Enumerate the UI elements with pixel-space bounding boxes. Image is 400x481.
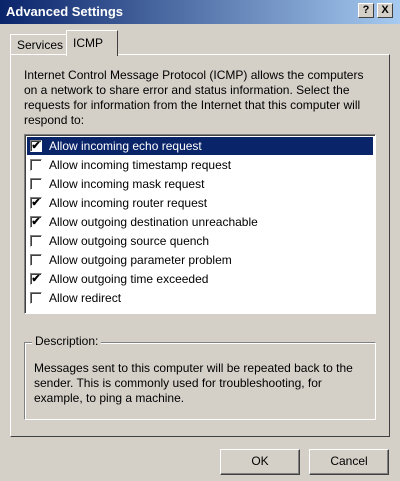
list-item[interactable]: Allow incoming timestamp request [27, 156, 373, 174]
checkbox[interactable]: ✔ [30, 197, 42, 209]
close-button[interactable]: X [377, 3, 393, 18]
checkbox[interactable]: ✔ [30, 216, 42, 228]
checkbox[interactable] [30, 235, 42, 247]
list-item[interactable]: ✔ Allow incoming echo request [27, 137, 373, 155]
checkbox[interactable] [30, 292, 42, 304]
list-item-label: Allow incoming timestamp request [49, 158, 232, 172]
list-item-label: Allow outgoing time exceeded [49, 272, 209, 286]
list-item[interactable]: Allow outgoing parameter problem [27, 251, 373, 269]
help-button[interactable]: ? [358, 3, 374, 18]
window-title: Advanced Settings [6, 4, 124, 19]
tab-icmp[interactable]: ICMP [66, 30, 118, 56]
list-item-label: Allow incoming router request [49, 196, 208, 210]
list-item-label: Allow outgoing source quench [49, 234, 210, 248]
checkbox[interactable] [30, 178, 42, 190]
checkbox[interactable]: ✔ [30, 273, 42, 285]
intro-text: Internet Control Message Protocol (ICMP)… [24, 68, 364, 127]
list-item[interactable]: ✔ Allow outgoing destination unreachable [27, 213, 373, 231]
list-item-label: Allow incoming mask request [49, 177, 205, 191]
description-legend: Description: [32, 334, 102, 348]
tab-services[interactable]: Services [10, 34, 68, 54]
checkbox[interactable] [30, 159, 42, 171]
list-item[interactable]: ✔ Allow incoming router request [27, 194, 373, 212]
checkbox[interactable]: ✔ [30, 140, 42, 152]
list-item-label: Allow redirect [49, 291, 122, 305]
list-item[interactable]: Allow outgoing source quench [27, 232, 373, 250]
list-item-label: Allow outgoing destination unreachable [49, 215, 258, 229]
icmp-options-list[interactable]: ✔ Allow incoming echo request Allow inco… [24, 134, 376, 314]
list-item[interactable]: ✔ Allow outgoing time exceeded [27, 270, 373, 288]
description-text: Messages sent to this computer will be r… [34, 361, 353, 405]
ok-button[interactable]: OK [220, 449, 300, 475]
list-item-label: Allow incoming echo request [49, 139, 202, 153]
checkbox[interactable] [30, 254, 42, 266]
list-item[interactable]: Allow incoming mask request [27, 175, 373, 193]
list-item-label: Allow outgoing parameter problem [49, 253, 232, 267]
cancel-button[interactable]: Cancel [309, 449, 389, 475]
title-bar[interactable]: Advanced Settings ? X [0, 0, 400, 24]
list-item[interactable]: Allow redirect [27, 289, 373, 307]
